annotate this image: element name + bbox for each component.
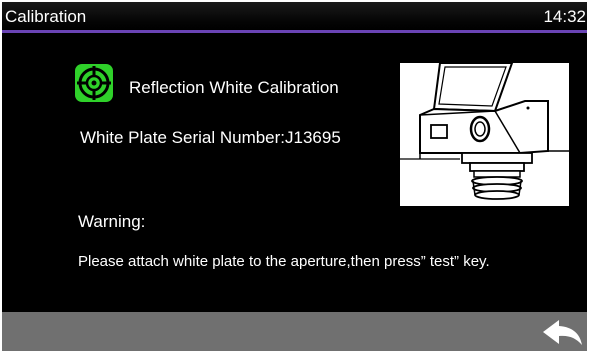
target-crosshair-icon [75, 64, 113, 102]
calibration-title: Reflection White Calibration [129, 78, 339, 97]
back-arrow-icon [543, 320, 582, 345]
white-plate-serial-number: White Plate Serial Number:J13695 [80, 128, 341, 147]
instruction-text: Please attach white plate to the apertur… [78, 253, 490, 270]
back-button[interactable] [539, 314, 587, 348]
calibration-screen: Calibration 14:32 Reflection White Calib… [2, 2, 587, 351]
warning-label: Warning: [78, 212, 146, 231]
bottom-bar [2, 312, 587, 351]
title-bar: Calibration 14:32 [2, 2, 587, 33]
window-title: Calibration [5, 7, 87, 26]
clock: 14:32 [543, 7, 586, 26]
device-illustration [400, 62, 569, 206]
